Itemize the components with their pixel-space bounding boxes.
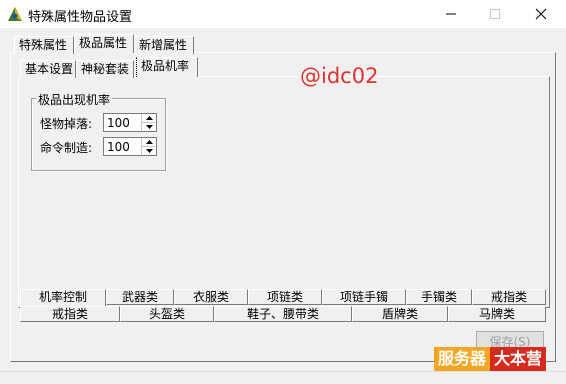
tab-ring[interactable]: 戒指类 xyxy=(472,289,546,305)
tab-necklace[interactable]: 项链类 xyxy=(248,289,322,305)
tab-helmet[interactable]: 头盔类 xyxy=(120,306,214,322)
close-icon xyxy=(535,8,547,20)
spin-down-icon[interactable] xyxy=(142,147,156,155)
status-strip xyxy=(0,371,566,384)
tab-special-attributes[interactable]: 特殊属性 xyxy=(14,36,74,54)
maximize-button[interactable] xyxy=(472,0,518,28)
minimize-button[interactable] xyxy=(428,0,474,28)
groupbox-title: 极品出现机率 xyxy=(36,91,113,108)
monster-drop-input[interactable] xyxy=(105,115,143,130)
watermark-text: @idc02 xyxy=(300,64,379,88)
brand-part-2: 大本营 xyxy=(490,347,547,371)
command-craft-input[interactable] xyxy=(105,139,143,154)
brand-badge: 服务器 大本营 xyxy=(434,347,547,371)
monster-drop-spinner[interactable] xyxy=(103,113,157,132)
command-craft-label: 命令制造: xyxy=(40,141,93,155)
close-button[interactable] xyxy=(518,0,564,28)
app-icon xyxy=(6,5,24,23)
tab-weapon[interactable]: 武器类 xyxy=(106,289,174,305)
tab-shoes-belt[interactable]: 鞋子、腰带类 xyxy=(214,306,352,322)
tab-shield[interactable]: 盾牌类 xyxy=(352,306,448,322)
command-craft-spinner[interactable] xyxy=(103,137,157,156)
tab-mystery-set[interactable]: 神秘套装 xyxy=(76,60,134,78)
tab-basic-settings[interactable]: 基本设置 xyxy=(20,60,76,78)
tab-bracelet[interactable]: 手镯类 xyxy=(406,289,472,305)
tab-ring-2[interactable]: 戒指类 xyxy=(20,306,120,322)
spin-up-icon[interactable] xyxy=(142,138,156,147)
tab-extreme-attributes[interactable]: 极品属性 xyxy=(74,34,134,53)
monster-drop-label: 怪物掉落: xyxy=(40,117,93,131)
rate-groupbox xyxy=(31,98,166,171)
tab-necklace-bracelet[interactable]: 项链手镯 xyxy=(322,289,406,305)
spin-up-icon[interactable] xyxy=(142,114,156,123)
tab-horse-token[interactable]: 马牌类 xyxy=(448,306,546,322)
spin-down-icon[interactable] xyxy=(142,123,156,131)
window-title: 特殊属性物品设置 xyxy=(28,10,133,25)
brand-part-1: 服务器 xyxy=(434,347,491,371)
tab-new-attributes[interactable]: 新增属性 xyxy=(134,36,194,54)
tab-extreme-rate[interactable]: 极品机率 xyxy=(136,57,198,77)
maximize-icon xyxy=(490,9,500,19)
tab-rate-control[interactable]: 机率控制 xyxy=(20,289,106,307)
minimize-icon xyxy=(446,13,456,15)
tab-clothes[interactable]: 衣服类 xyxy=(174,289,248,305)
